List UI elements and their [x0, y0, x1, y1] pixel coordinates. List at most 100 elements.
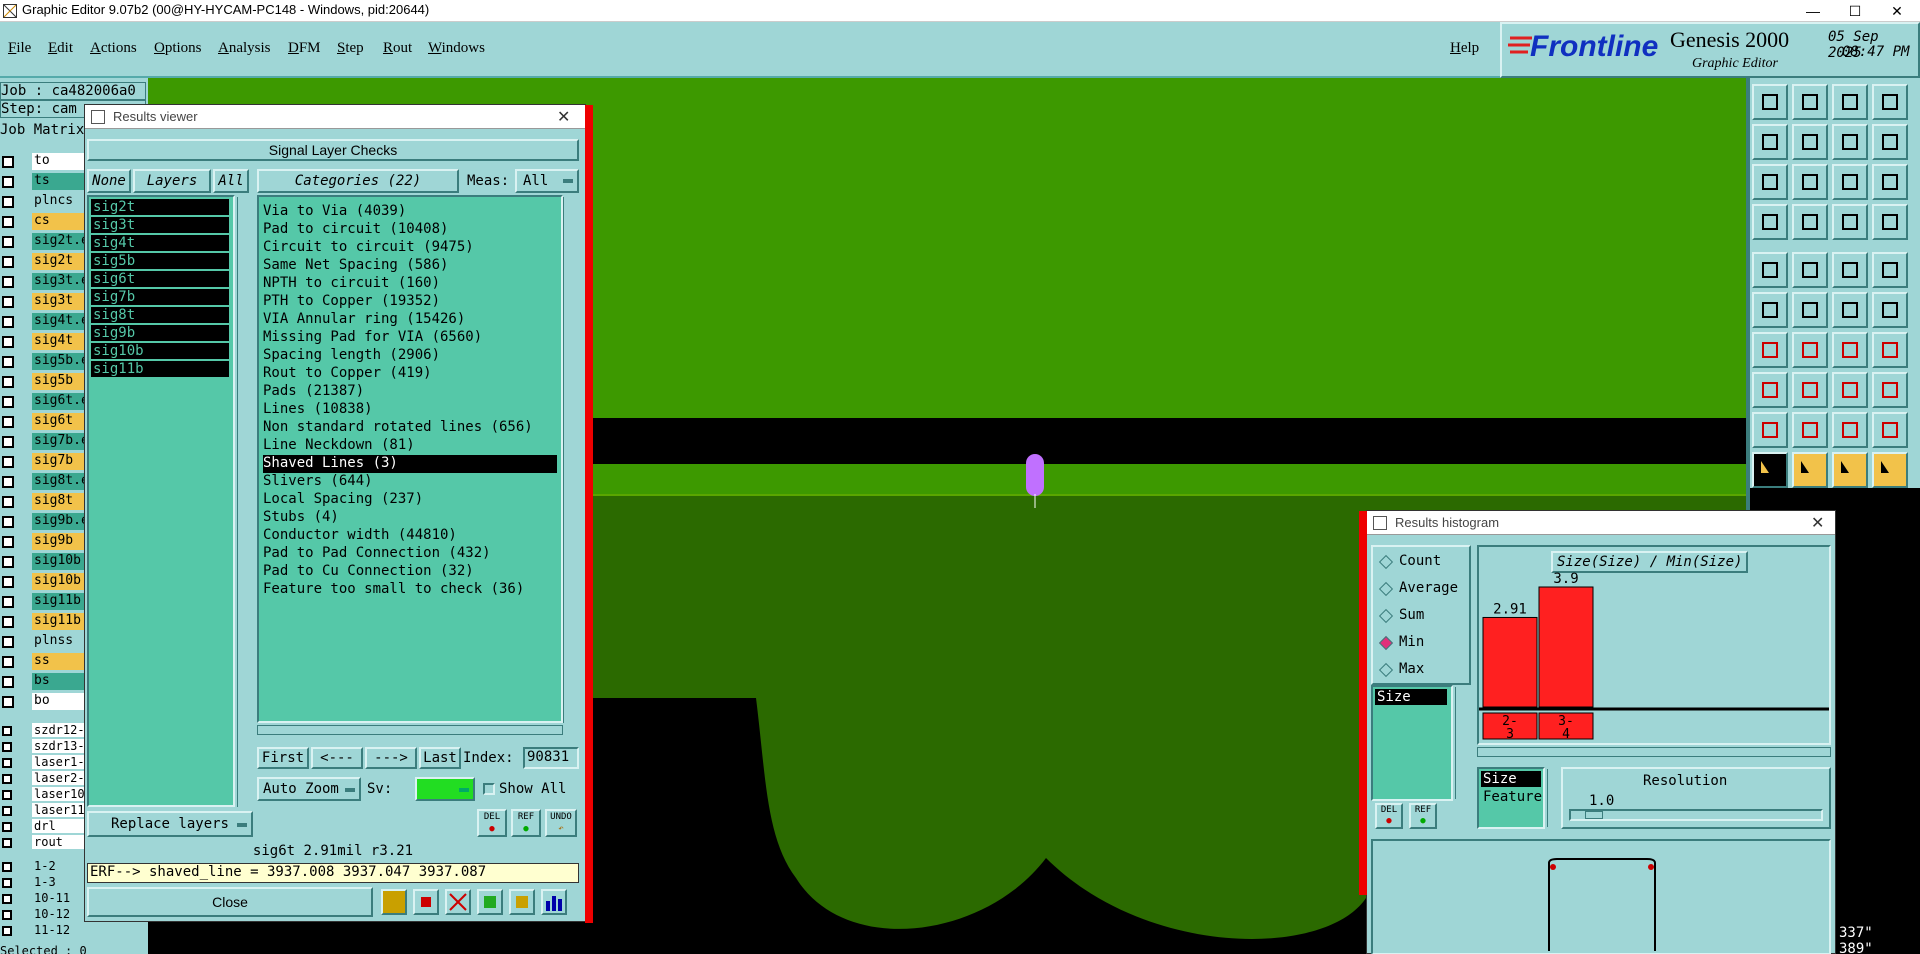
chart-hscrollbar[interactable] [1477, 747, 1831, 757]
category-item[interactable]: Pad to circuit (10408) [263, 221, 448, 239]
drill-layer-name[interactable]: laser10 [32, 787, 86, 801]
signal-layer-item[interactable]: sig6t [91, 271, 229, 287]
layer-checkbox[interactable] [2, 496, 14, 508]
layer-checkbox[interactable] [2, 616, 14, 628]
zoom-back-icon[interactable] [1832, 124, 1868, 160]
close-icon[interactable]: ✕ [1874, 0, 1920, 22]
layer-name[interactable]: sig9b.e [32, 513, 86, 530]
net-icon[interactable] [1832, 204, 1868, 240]
layer-pair-name[interactable]: 1-2 [32, 859, 86, 873]
menu-dfm[interactable]: DFM [288, 40, 321, 57]
pin-icon[interactable] [1792, 204, 1828, 240]
layer-pair-name[interactable]: 10-12 [32, 907, 86, 921]
expand-icon[interactable] [1872, 372, 1908, 408]
layer-checkbox[interactable] [2, 926, 12, 936]
layer-checkbox[interactable] [2, 516, 14, 528]
category-item[interactable]: Non standard rotated lines (656) [263, 419, 533, 437]
layer-up-icon[interactable] [1752, 84, 1788, 120]
layer-name[interactable]: plncs [32, 193, 86, 210]
maximize-icon[interactable]: ☐ [1832, 0, 1878, 22]
fit-icon[interactable] [1752, 164, 1788, 200]
triangle-icon[interactable] [1752, 412, 1788, 448]
del-button[interactable]: DEL ● [477, 809, 507, 837]
layer-checkbox[interactable] [2, 758, 12, 768]
layer-name[interactable]: sig8t.e [32, 473, 86, 490]
categories-scrollbar[interactable] [563, 197, 579, 723]
none-button[interactable]: None [87, 169, 131, 193]
field-size[interactable]: Size [1375, 689, 1447, 705]
signal-layer-item[interactable]: sig8t [91, 307, 229, 323]
category-item[interactable]: Slivers (644) [263, 473, 373, 491]
layer-checkbox[interactable] [2, 336, 14, 348]
first-button[interactable]: First [257, 747, 309, 769]
drill-layer-name[interactable]: laser2- [32, 771, 86, 785]
layer-checkbox[interactable] [2, 536, 14, 548]
next-button[interactable]: ---> [365, 747, 417, 769]
layer-name[interactable]: sig6t.e [32, 393, 86, 410]
category-item[interactable]: Circuit to circuit (9475) [263, 239, 474, 257]
star-icon[interactable] [1792, 292, 1828, 328]
category-item[interactable]: Local Spacing (237) [263, 491, 423, 509]
layer-checkbox[interactable] [2, 196, 14, 208]
layer-checkbox[interactable] [2, 726, 12, 736]
layer-name[interactable]: cs [32, 213, 86, 230]
layer-down-icon[interactable] [1792, 84, 1828, 120]
export-icon[interactable] [1792, 124, 1828, 160]
cursor3-icon[interactable] [1832, 452, 1868, 488]
pad-add-icon[interactable] [1752, 252, 1788, 288]
dash-icon[interactable] [1792, 372, 1828, 408]
drill-layer-name[interactable]: drl [32, 819, 86, 833]
category-item[interactable]: Line Neckdown (81) [263, 437, 415, 455]
signal-layer-item[interactable]: sig4t [91, 235, 229, 251]
clear-icon[interactable] [445, 889, 471, 915]
menu-windows[interactable]: Windows [428, 40, 485, 57]
layer-name[interactable]: sig4t [32, 333, 86, 350]
category-item[interactable]: Same Net Spacing (586) [263, 257, 448, 275]
layer-name[interactable]: sig2t [32, 253, 86, 270]
layer-name[interactable]: sig6t [32, 413, 86, 430]
layer-checkbox[interactable] [2, 476, 14, 488]
layer-name[interactable]: to [32, 153, 86, 170]
layer-checkbox[interactable] [2, 862, 12, 872]
layer-pair-name[interactable]: 11-12 [32, 923, 86, 937]
close-icon[interactable]: ✕ [557, 107, 570, 127]
close-button[interactable]: Close [87, 887, 373, 917]
last-button[interactable]: Last [419, 747, 461, 769]
drill-layer-name[interactable]: szdr13- [32, 739, 86, 753]
histogram-icon[interactable] [541, 889, 567, 915]
layer-pair-row[interactable]: 11-12 [0, 922, 148, 942]
cursor2-icon[interactable] [1792, 452, 1828, 488]
category-item[interactable]: Spacing length (2906) [263, 347, 440, 365]
radio-diamond-icon[interactable] [1378, 662, 1394, 678]
radio-diamond-icon[interactable] [1378, 635, 1394, 651]
layer-checkbox[interactable] [2, 436, 14, 448]
signal-layer-item[interactable]: sig3t [91, 217, 229, 233]
hist-del-button[interactable]: DEL ● [1375, 803, 1403, 829]
layer-checkbox[interactable] [2, 316, 14, 328]
sv-color-select[interactable] [415, 777, 475, 801]
category-item[interactable]: Pads (21387) [263, 383, 364, 401]
category-item[interactable]: Stubs (4) [263, 509, 339, 527]
dot-icon[interactable] [1872, 252, 1908, 288]
signal-layer-list[interactable]: sig2t sig3t sig4t sig5b sig6t sig7b sig8t sig9b… [87, 195, 235, 807]
layer-name[interactable]: sig9b [32, 533, 86, 550]
radio-diamond-icon[interactable] [1378, 581, 1394, 597]
layer-name[interactable]: sig2t.e [32, 233, 86, 250]
layer-name[interactable]: ss [32, 653, 86, 670]
signal-layer-item[interactable]: sig9b [91, 325, 229, 341]
menu-actions[interactable]: Actions [90, 40, 137, 57]
replace-layers-select[interactable]: Replace layers [87, 811, 253, 837]
slider-thumb[interactable] [1585, 811, 1603, 819]
layer-checkbox[interactable] [2, 774, 12, 784]
layer-name[interactable]: sig5b [32, 373, 86, 390]
report-icon[interactable] [381, 889, 407, 915]
layer-name[interactable]: bo [32, 693, 86, 710]
sort-scrollbar[interactable] [1547, 769, 1559, 827]
cursor4-icon[interactable] [1872, 452, 1908, 488]
layer-name[interactable]: plnss [32, 633, 86, 650]
menu-edit[interactable]: Edit [48, 40, 73, 57]
radio-diamond-icon[interactable] [1378, 608, 1394, 624]
filter-icon[interactable] [413, 889, 439, 915]
triangle3-icon[interactable] [1832, 412, 1868, 448]
curve-icon[interactable] [1832, 332, 1868, 368]
